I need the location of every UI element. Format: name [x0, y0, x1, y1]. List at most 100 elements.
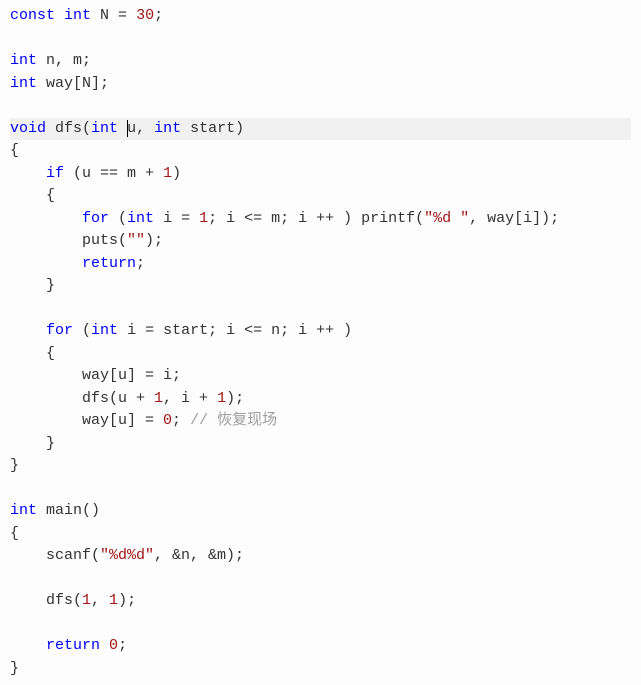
code-line: way[u] = 0; // 恢复现场: [10, 410, 631, 433]
code-line: for (int i = 1; i <= m; i ++ ) printf("%…: [10, 208, 631, 231]
code-line: if (u == m + 1): [10, 163, 631, 186]
code-token: main(): [37, 502, 100, 519]
code-token: i =: [154, 210, 199, 227]
code-token: 1: [217, 390, 226, 407]
code-token: );: [145, 232, 163, 249]
code-token: {: [10, 345, 55, 362]
code-token: return: [46, 637, 100, 654]
code-line: [10, 568, 631, 591]
code-token: }: [10, 277, 55, 294]
code-token: {: [10, 525, 19, 542]
code-token: void: [10, 120, 46, 137]
code-token: int: [91, 120, 118, 137]
code-token: [10, 255, 82, 272]
code-token: "%d%d": [100, 547, 154, 564]
code-token: [100, 637, 109, 654]
code-token: ; i <= m; i ++ ) printf(: [208, 210, 424, 227]
code-token: return: [82, 255, 136, 272]
code-line: int main(): [10, 500, 631, 523]
code-line: [10, 95, 631, 118]
code-line: }: [10, 658, 631, 681]
code-token: 1: [109, 592, 118, 609]
code-token: way[u] = i;: [10, 367, 181, 384]
code-token: [10, 210, 82, 227]
code-token: }: [10, 457, 19, 474]
code-line: int n, m;: [10, 50, 631, 73]
code-token: "": [127, 232, 145, 249]
code-token: dfs(: [10, 592, 82, 609]
code-token: ;: [172, 412, 190, 429]
code-token: way[N];: [37, 75, 109, 92]
code-token: {: [10, 142, 19, 159]
code-line: }: [10, 275, 631, 298]
code-token: 1: [82, 592, 91, 609]
code-token: (: [73, 322, 91, 339]
code-token: 1: [154, 390, 163, 407]
code-token: }: [10, 660, 19, 677]
code-line: {: [10, 140, 631, 163]
code-token: for: [46, 322, 73, 339]
code-token: [118, 120, 127, 137]
code-line: [10, 478, 631, 501]
code-token: int: [154, 120, 181, 137]
code-token: if: [46, 165, 64, 182]
code-token: ;: [118, 637, 127, 654]
code-token: int: [10, 502, 37, 519]
code-token: ;: [136, 255, 145, 272]
code-token: scanf(: [10, 547, 100, 564]
code-token: dfs(u +: [10, 390, 154, 407]
code-token: 30: [136, 7, 154, 24]
code-token: int: [91, 322, 118, 339]
code-block: const int N = 30; int n, m;int way[N]; v…: [10, 5, 631, 680]
code-token: );: [226, 390, 244, 407]
code-token: , i +: [163, 390, 217, 407]
code-token: int: [10, 52, 37, 69]
code-line: scanf("%d%d", &n, &m);: [10, 545, 631, 568]
code-token: );: [118, 592, 136, 609]
code-line: void dfs(int u, int start): [10, 118, 631, 141]
code-token: u,: [127, 120, 154, 137]
code-line: dfs(1, 1);: [10, 590, 631, 613]
code-token: [10, 637, 46, 654]
code-token: n, m;: [37, 52, 91, 69]
code-token: 1: [163, 165, 172, 182]
code-line: }: [10, 455, 631, 478]
code-token: 0: [163, 412, 172, 429]
code-token: , &n, &m);: [154, 547, 244, 564]
code-token: {: [10, 187, 55, 204]
code-token: int: [127, 210, 154, 227]
code-token: [10, 165, 46, 182]
code-line: return 0;: [10, 635, 631, 658]
code-token: ;: [154, 7, 163, 24]
code-line: way[u] = i;: [10, 365, 631, 388]
code-token: [10, 322, 46, 339]
code-token: int: [10, 75, 37, 92]
code-token: puts(: [10, 232, 127, 249]
code-token: int: [64, 7, 91, 24]
code-line: {: [10, 343, 631, 366]
code-token: 0: [109, 637, 118, 654]
code-token: const: [10, 7, 55, 24]
code-token: ): [172, 165, 181, 182]
code-token: // 恢复现场: [190, 412, 277, 429]
code-line: [10, 613, 631, 636]
code-token: [55, 7, 64, 24]
code-token: ,: [91, 592, 109, 609]
code-line: for (int i = start; i <= n; i ++ ): [10, 320, 631, 343]
code-token: 1: [199, 210, 208, 227]
code-line: int way[N];: [10, 73, 631, 96]
code-line: puts("");: [10, 230, 631, 253]
code-token: }: [10, 435, 55, 452]
code-token: "%d ": [424, 210, 469, 227]
code-token: (u == m +: [64, 165, 163, 182]
code-line: const int N = 30;: [10, 5, 631, 28]
code-token: , way[i]);: [469, 210, 559, 227]
code-line: {: [10, 523, 631, 546]
code-line: dfs(u + 1, i + 1);: [10, 388, 631, 411]
code-token: (: [109, 210, 127, 227]
code-token: N =: [91, 7, 136, 24]
code-token: start): [181, 120, 244, 137]
code-token: i = start; i <= n; i ++ ): [118, 322, 352, 339]
code-token: for: [82, 210, 109, 227]
code-line: }: [10, 433, 631, 456]
